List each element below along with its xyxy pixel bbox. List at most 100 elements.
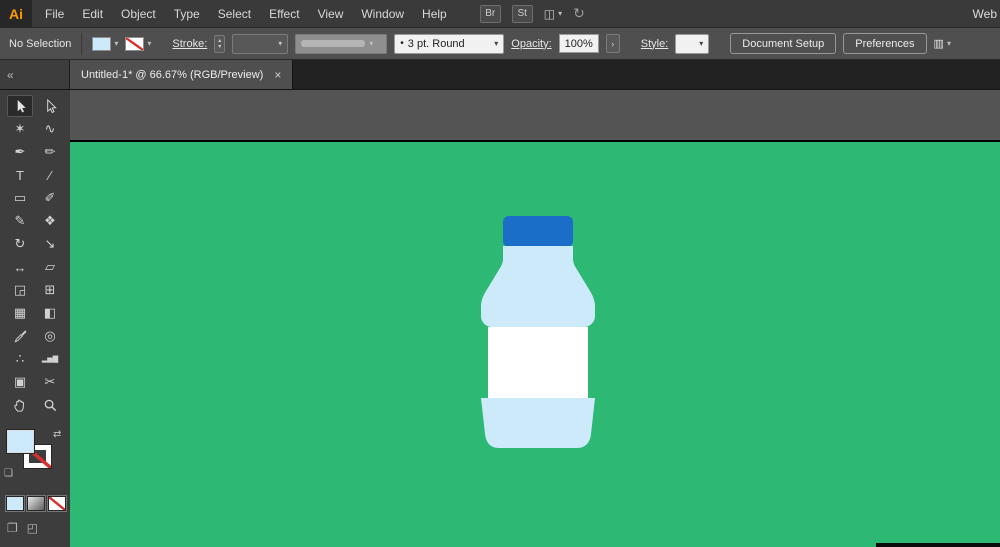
chevron-down-icon: ▾ <box>369 39 373 48</box>
mesh-tool[interactable]: ▦ <box>7 302 33 324</box>
slice-tool[interactable]: ✂ <box>37 371 63 393</box>
document-tab-title: Untitled-1* @ 66.67% (RGB/Preview) <box>81 69 263 81</box>
align-control[interactable]: ▥ ▾ <box>934 37 951 50</box>
selection-tool[interactable] <box>7 95 33 117</box>
scale-tool[interactable]: ↘ <box>37 233 63 255</box>
opacity-input[interactable]: 100% <box>559 34 599 53</box>
none-button[interactable] <box>48 496 66 511</box>
chevron-down-icon: ▾ <box>947 39 951 48</box>
direct-selection-tool[interactable] <box>37 95 63 117</box>
tab-close-icon[interactable]: × <box>274 68 281 82</box>
app-bar-icons: Br St ◫ ▾ ↻ <box>480 5 585 23</box>
brush-preview-icon: • <box>400 38 404 49</box>
hand-tool[interactable] <box>7 394 33 416</box>
gradient-tool[interactable]: ◧ <box>37 302 63 324</box>
line-segment-tool[interactable]: ∕ <box>37 164 63 186</box>
stroke-weight-select[interactable]: ▾ <box>232 34 288 54</box>
opacity-label[interactable]: Opacity: <box>511 38 551 50</box>
scrollbar-corner <box>876 543 1000 547</box>
menu-items: FileEditObjectTypeSelectEffectViewWindow… <box>36 7 456 21</box>
brush-definition-value: 3 pt. Round <box>408 38 490 50</box>
rotate-tool[interactable]: ↻ <box>7 233 33 255</box>
lasso-tool[interactable]: ∿ <box>37 118 63 140</box>
paintbrush-tool[interactable]: ✐ <box>37 187 63 209</box>
stroke-weight-stepper[interactable]: ▴ ▾ <box>214 35 225 53</box>
document-setup-button[interactable]: Document Setup <box>730 33 836 54</box>
shape-builder-tool[interactable]: ◲ <box>7 279 33 301</box>
chevron-down-icon: ▾ <box>278 39 282 48</box>
stroke-color-control[interactable]: ▾ <box>125 37 151 51</box>
pasteboard[interactable] <box>70 90 1000 142</box>
stroke-color-swatch[interactable] <box>125 37 144 51</box>
bottle-body[interactable] <box>488 327 588 398</box>
rectangle-tool[interactable]: ▭ <box>7 187 33 209</box>
eyedropper-tool[interactable] <box>7 325 33 347</box>
chevron-down-icon: ▾ <box>558 9 562 18</box>
chevron-down-icon[interactable]: ▾ <box>114 39 118 48</box>
separator <box>81 33 82 55</box>
brush-definition-select[interactable]: • 3 pt. Round ▾ <box>394 34 504 54</box>
fill-color-control[interactable]: ▾ <box>92 37 118 51</box>
stock-button[interactable]: St <box>512 5 533 23</box>
style-label[interactable]: Style: <box>641 38 669 50</box>
menu-view[interactable]: View <box>309 7 353 21</box>
color-button[interactable] <box>6 496 24 511</box>
toolbar-bottom-icons: ❐ ◰ <box>0 511 70 535</box>
width-profile-select[interactable]: ▾ <box>295 34 387 54</box>
align-icon: ▥ <box>934 37 944 50</box>
preferences-button[interactable]: Preferences <box>843 33 926 54</box>
blend-tool[interactable]: ◎ <box>37 325 63 347</box>
perspective-grid-tool[interactable]: ⊞ <box>37 279 63 301</box>
curvature-tool[interactable]: ✏ <box>37 141 63 163</box>
fill-color-swatch[interactable] <box>92 37 111 51</box>
gradient-button[interactable] <box>27 496 45 511</box>
stroke-label[interactable]: Stroke: <box>172 38 207 50</box>
chevron-down-icon[interactable]: ▾ <box>147 39 151 48</box>
artboard-tool[interactable]: ▣ <box>7 371 33 393</box>
bottle-shoulder[interactable] <box>481 246 595 327</box>
selection-status: No Selection <box>9 38 71 50</box>
app-logo: Ai <box>0 0 32 28</box>
bottle-cap[interactable] <box>503 216 573 247</box>
menu-window[interactable]: Window <box>352 7 413 21</box>
fill-stroke-control: ⇄ ❏ <box>0 428 70 486</box>
menu-type[interactable]: Type <box>165 7 209 21</box>
bottle-artwork[interactable] <box>478 216 598 448</box>
eraser-tool[interactable]: ❖ <box>37 210 63 232</box>
menu-bar: Ai FileEditObjectTypeSelectEffectViewWin… <box>0 0 1000 28</box>
swap-fill-stroke-icon[interactable]: ⇄ <box>53 429 61 440</box>
chevron-down-icon: ▾ <box>494 39 498 48</box>
shaper-tool[interactable]: ✎ <box>7 210 33 232</box>
symbol-sprayer-tool[interactable]: ∴ <box>7 348 33 370</box>
screen-mode-icon[interactable]: ◰ <box>27 521 38 535</box>
zoom-tool[interactable] <box>37 394 63 416</box>
fill-swatch[interactable] <box>7 430 34 453</box>
toolbar-collapse-button[interactable]: « <box>0 60 70 89</box>
draw-mode-icon[interactable]: ❐ <box>7 521 18 535</box>
canvas-area <box>70 90 1000 547</box>
spinner-down-icon[interactable]: ▾ <box>218 44 221 50</box>
opacity-options-icon[interactable]: › <box>606 34 620 53</box>
column-graph-tool[interactable]: ▂▅▇ <box>37 348 63 370</box>
bridge-button[interactable]: Br <box>480 5 501 23</box>
menu-file[interactable]: File <box>36 7 73 21</box>
menu-object[interactable]: Object <box>112 7 165 21</box>
magic-wand-tool[interactable]: ✶ <box>7 118 33 140</box>
workspace-label[interactable]: Web <box>973 7 1000 21</box>
menu-effect[interactable]: Effect <box>260 7 308 21</box>
sync-settings-icon[interactable]: ↻ <box>573 5 585 22</box>
arrange-documents-button[interactable]: ◫ ▾ <box>544 7 562 21</box>
bottle-base[interactable] <box>481 398 595 448</box>
menu-help[interactable]: Help <box>413 7 456 21</box>
default-fill-stroke-icon[interactable]: ❏ <box>4 468 13 479</box>
tab-bar: « Untitled-1* @ 66.67% (RGB/Preview) × <box>0 60 1000 90</box>
width-tool[interactable]: ↔ <box>7 256 33 278</box>
type-tool[interactable]: T <box>7 164 33 186</box>
artboard[interactable] <box>70 142 1000 547</box>
document-tab[interactable]: Untitled-1* @ 66.67% (RGB/Preview) × <box>70 60 293 89</box>
free-transform-tool[interactable]: ▱ <box>37 256 63 278</box>
graphic-style-select[interactable]: ▾ <box>675 34 709 54</box>
menu-select[interactable]: Select <box>209 7 260 21</box>
pen-tool[interactable]: ✒ <box>7 141 33 163</box>
menu-edit[interactable]: Edit <box>73 7 112 21</box>
